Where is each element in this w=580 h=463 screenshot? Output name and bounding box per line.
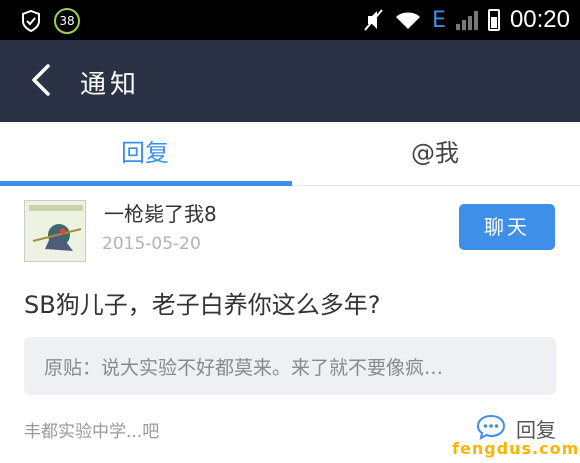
comment-bubble-icon[interactable] [476,414,506,440]
clock: 00:20 [509,6,570,33]
back-arrow-icon[interactable] [22,58,66,102]
tab-bar: 回复 @我 [0,122,580,186]
chat-button[interactable]: 聊天 [459,204,555,250]
post-date: 2015-05-20 [102,234,201,254]
battery-icon [487,9,500,31]
tab-reply[interactable]: 回复 [0,122,290,186]
wifi-icon [396,12,421,29]
title-bar: 通知 [0,40,580,122]
original-post-quote[interactable]: 原贴：说大实验不好都莫来。来了就不要像疯… [24,337,556,395]
username[interactable]: 一枪毙了我8 [104,198,217,227]
watermark: fengdus.com [452,439,580,458]
signal-icon [455,10,478,30]
network-type-label: E [432,7,446,33]
page-title: 通知 [80,70,141,100]
mute-icon [364,9,383,31]
tab-at-me[interactable]: @我 [290,122,580,186]
status-bar: 38 E 00:20 [0,0,580,40]
forum-name[interactable]: 丰都实验中学...吧 [24,417,159,442]
original-post-text: 原贴：说大实验不好都莫来。来了就不要像疯… [44,357,444,379]
avatar[interactable] [24,200,86,262]
avatar-image [25,201,85,261]
notification-count-badge: 38 [54,8,80,34]
reply-message[interactable]: SB狗儿子，老子白养你这么多年? [24,285,380,320]
shield-icon [22,9,40,33]
